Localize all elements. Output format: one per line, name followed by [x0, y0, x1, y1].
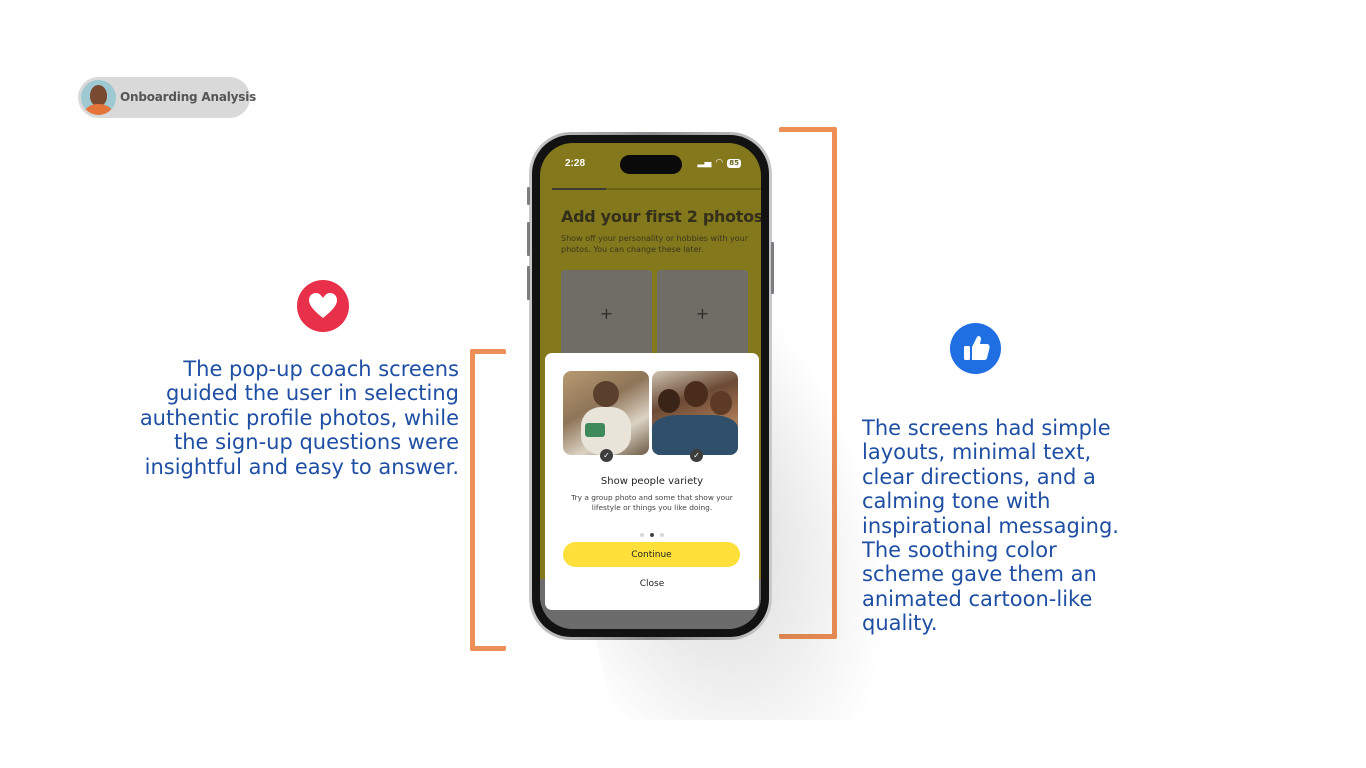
left-caption-line: the sign-up questions were — [174, 430, 459, 455]
header-badge: Onboarding Analysis — [78, 77, 256, 118]
right-caption-line: scheme gave them an — [862, 562, 1097, 587]
avatar-shirt — [85, 104, 112, 115]
photo-person — [710, 391, 732, 415]
example-photo-solo — [563, 371, 649, 455]
avatar — [81, 80, 116, 115]
right-caption-line: layouts, minimal text, — [862, 440, 1092, 465]
pagination-dot-active — [650, 533, 654, 537]
left-caption-line: The pop-up coach screens — [183, 357, 459, 381]
plus-icon: + — [599, 304, 614, 323]
battery-icon: 85 — [727, 158, 741, 168]
phone-volume-up — [527, 222, 530, 256]
check-icon: ✓ — [690, 449, 703, 462]
page-subtitle: Show off your personality or hobbies wit… — [561, 234, 748, 254]
avatar-face — [90, 85, 107, 106]
phone-action-button — [527, 187, 530, 205]
pagination-dot — [640, 533, 644, 537]
photo-person — [684, 381, 708, 407]
example-photo-group — [652, 371, 738, 455]
right-caption-line: calming tone with — [862, 489, 1051, 514]
thumbs-up-glyph — [964, 336, 990, 360]
left-caption-line: insightful and easy to answer. — [144, 454, 459, 479]
pagination-dot — [660, 533, 664, 537]
close-button[interactable]: Close — [545, 579, 759, 589]
continue-button[interactable]: Continue — [563, 542, 740, 567]
right-caption-line: The soothing color — [862, 538, 1057, 563]
page-title: Add your first 2 photos — [561, 207, 761, 226]
right-caption-line: clear directions, and a — [862, 464, 1096, 489]
heart-glyph — [309, 293, 337, 318]
coach-body: Try a group photo and some that show you… — [571, 493, 733, 512]
left-caption-line: authentic profile photos, while — [139, 405, 459, 430]
left-caption-line: guided the user in selecting — [165, 381, 459, 406]
coach-title: Show people variety — [600, 476, 704, 487]
coach-modal: ✓ ✓ Show people variety Try a group phot… — [545, 353, 759, 610]
signal-icon: ▂▄ — [697, 158, 712, 168]
photo-book — [585, 423, 605, 437]
thumbs-up-icon — [950, 323, 1001, 374]
wifi-icon: ◠ — [715, 158, 724, 168]
phone-power-button — [771, 242, 774, 294]
dynamic-island — [620, 155, 682, 174]
status-time: 2:28 — [565, 158, 586, 169]
phone-volume-down — [527, 266, 530, 300]
heart-icon — [297, 280, 349, 332]
photo-person — [593, 381, 619, 407]
right-caption-line: inspirational messaging. — [862, 513, 1119, 538]
progress-fill — [552, 188, 606, 190]
left-caption: The pop-up coach screens guided the user… — [110, 357, 459, 479]
check-icon: ✓ — [600, 449, 613, 462]
left-bracket — [470, 349, 506, 651]
onboarding-progress-bar — [552, 188, 761, 190]
plus-icon: + — [695, 304, 710, 323]
badge-label: Onboarding Analysis — [120, 90, 257, 104]
status-icons: ▂▄ ◠ 85 — [698, 158, 741, 168]
status-bar: 2:28 ▂▄ ◠ 85 — [540, 143, 761, 183]
pagination-dots — [545, 524, 759, 542]
right-caption-line: The screens had simple — [862, 416, 1111, 440]
photo-person — [658, 389, 680, 413]
